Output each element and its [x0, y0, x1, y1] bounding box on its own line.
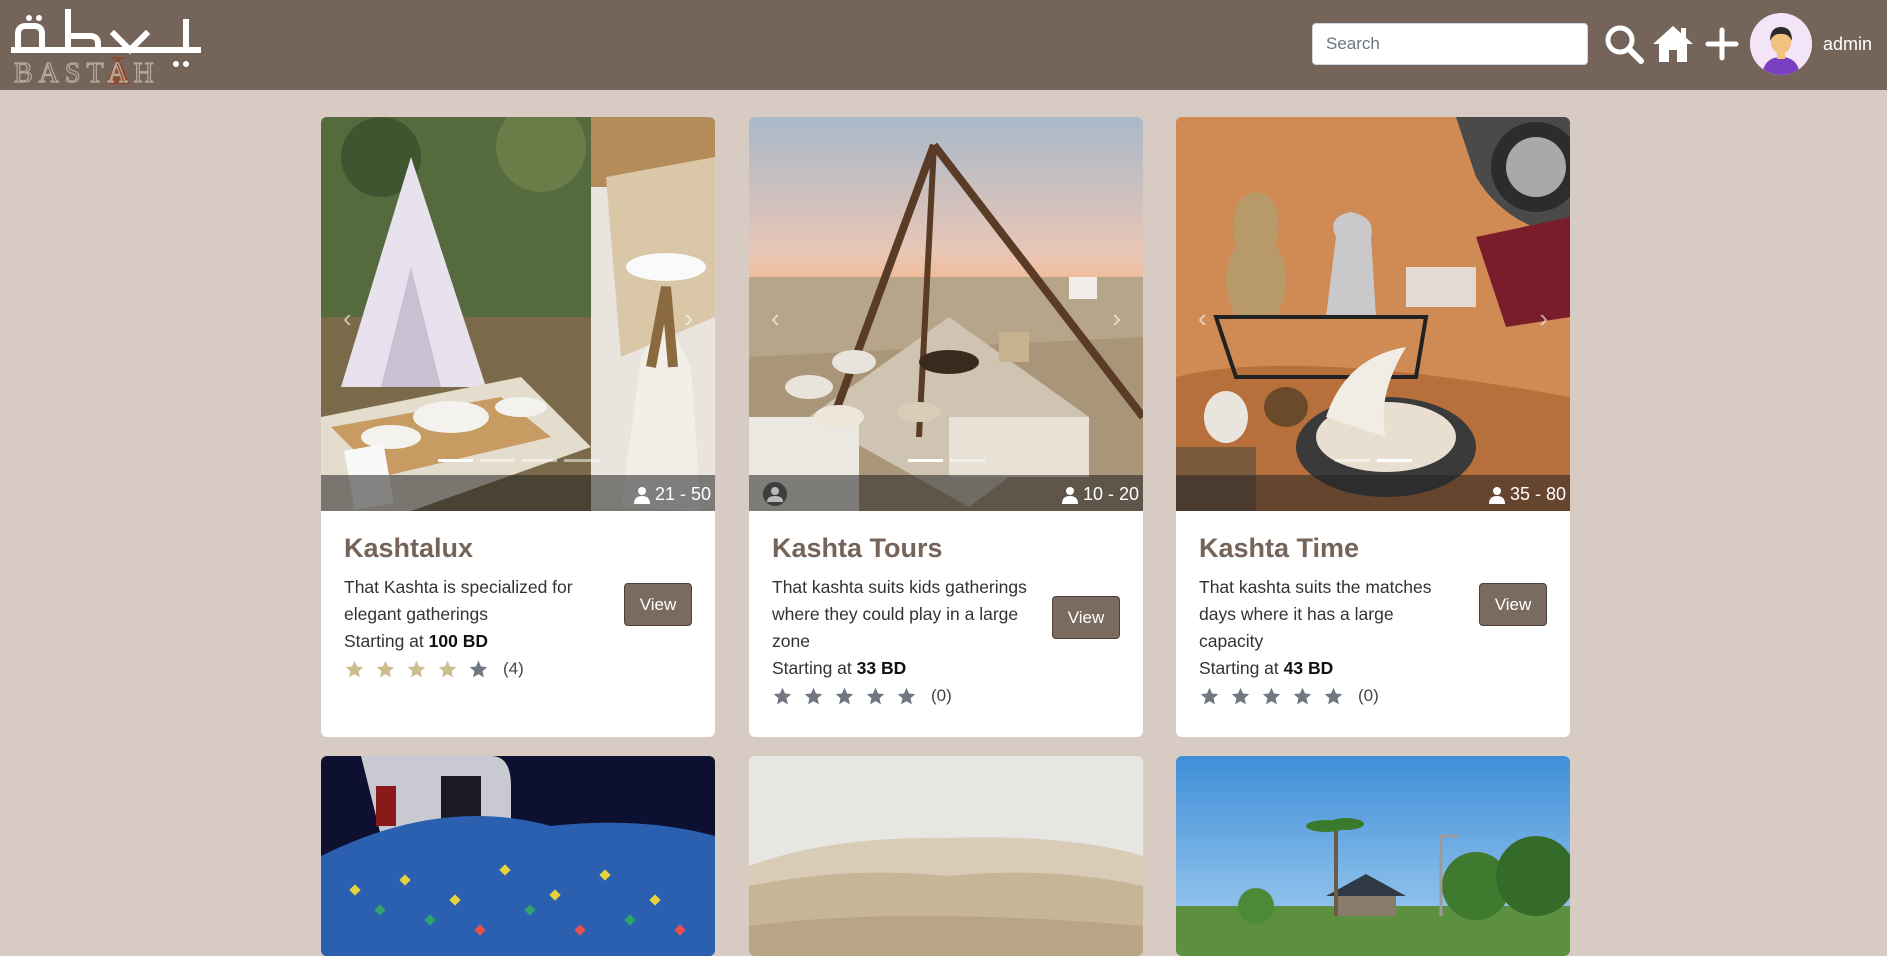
kashta-photo: [749, 117, 1143, 511]
star-icon[interactable]: [406, 657, 437, 681]
card-body: Kashtalux That Kashta is specialized for…: [321, 511, 715, 737]
price-value: 100 BD: [428, 631, 488, 651]
logo-wordmark: BASTAH: [14, 58, 160, 84]
kashta-card[interactable]: [1176, 756, 1570, 956]
star-icon[interactable]: [1292, 684, 1323, 708]
image-overlay: 10 - 20: [749, 475, 1143, 511]
kashta-photo: [1176, 756, 1570, 956]
rating: (4): [344, 657, 692, 681]
avatar[interactable]: [1750, 13, 1812, 75]
card-description: That kashta suits kids gatherings where …: [772, 577, 1027, 651]
rating: (0): [772, 684, 1120, 708]
price-prefix: Starting at: [344, 631, 424, 651]
card-description: That Kashta is specialized for elegant g…: [344, 577, 573, 624]
kashta-card[interactable]: [749, 756, 1143, 956]
card-price: Starting at 43 BD: [1199, 655, 1547, 682]
kashta-card[interactable]: ‹ › 35 - 80 Kashta Time That kashta suit…: [1176, 117, 1570, 737]
carousel-next-icon[interactable]: ›: [684, 303, 693, 334]
rating-count: (0): [931, 686, 952, 705]
price-prefix: Starting at: [772, 658, 852, 678]
carousel-indicator[interactable]: [521, 459, 557, 462]
username[interactable]: admin: [1823, 34, 1872, 55]
capacity-badge: 21 - 50: [633, 484, 711, 505]
carousel-indicators: [321, 459, 715, 462]
search-icon[interactable]: [1602, 22, 1646, 66]
carousel-prev-icon[interactable]: ‹: [1198, 303, 1207, 334]
image-overlay: 35 - 80: [1176, 475, 1570, 511]
kashta-photo: [1176, 117, 1570, 511]
image-carousel[interactable]: ‹ › 35 - 80: [1176, 117, 1570, 511]
carousel-indicator[interactable]: [563, 459, 599, 462]
star-icon[interactable]: [803, 684, 834, 708]
star-icon[interactable]: [437, 657, 468, 681]
card-description: That kashta suits the matches days where…: [1199, 577, 1432, 651]
view-button[interactable]: View: [1052, 596, 1120, 639]
star-icon[interactable]: [1230, 684, 1261, 708]
star-icon[interactable]: [375, 657, 406, 681]
person-icon: [1488, 486, 1505, 504]
rating-count: (4): [503, 659, 524, 678]
carousel-indicator[interactable]: [907, 459, 943, 462]
capacity-text: 10 - 20: [1082, 484, 1139, 504]
carousel-indicators: [749, 459, 1143, 462]
star-icon[interactable]: [468, 657, 499, 681]
card-price: Starting at 33 BD: [772, 655, 1120, 682]
price-value: 33 BD: [856, 658, 907, 678]
star-icon[interactable]: [896, 684, 927, 708]
card-title: Kashtalux: [344, 533, 474, 563]
image-carousel[interactable]: ‹ › 21 - 50: [321, 117, 715, 511]
plus-icon[interactable]: [1700, 22, 1744, 66]
kashta-card[interactable]: ‹ › 10 - 20 Kashta Tours That kashta sui…: [749, 117, 1143, 737]
host-avatar-icon[interactable]: [763, 482, 787, 506]
home-icon[interactable]: [1651, 22, 1695, 66]
carousel-next-icon[interactable]: ›: [1112, 303, 1121, 334]
carousel-indicator[interactable]: [949, 459, 985, 462]
star-icon[interactable]: [865, 684, 896, 708]
rating-count: (0): [1358, 686, 1379, 705]
price-prefix: Starting at: [1199, 658, 1279, 678]
carousel-prev-icon[interactable]: ‹: [771, 303, 780, 334]
kashta-photo: [321, 756, 715, 956]
star-icon[interactable]: [1199, 684, 1230, 708]
star-icon[interactable]: [834, 684, 865, 708]
person-icon: [1061, 486, 1078, 504]
carousel-indicator[interactable]: [437, 459, 473, 462]
star-icon[interactable]: [772, 684, 803, 708]
kashta-card[interactable]: ‹ › 21 - 50 Kashtalux That Kashta is spe…: [321, 117, 715, 737]
view-button[interactable]: View: [624, 583, 692, 626]
carousel-indicators: [1176, 459, 1570, 462]
carousel-indicator[interactable]: [1376, 459, 1412, 462]
star-icon[interactable]: [1323, 684, 1354, 708]
bastah-logo[interactable]: BASTAH: [10, 6, 202, 90]
card-price: Starting at 100 BD: [344, 628, 692, 655]
capacity-badge: 35 - 80: [1488, 484, 1566, 505]
person-icon: [633, 486, 650, 504]
view-button[interactable]: View: [1479, 583, 1547, 626]
capacity-badge: 10 - 20: [1061, 484, 1139, 505]
carousel-prev-icon[interactable]: ‹: [343, 303, 352, 334]
image-overlay: 21 - 50: [321, 475, 715, 511]
capacity-text: 35 - 80: [1509, 484, 1566, 504]
card-body: Kashta Tours That kashta suits kids gath…: [749, 511, 1143, 737]
kashta-card[interactable]: [321, 756, 715, 956]
card-title: Kashta Time: [1199, 533, 1360, 563]
search-input[interactable]: [1312, 23, 1588, 65]
carousel-indicator[interactable]: [479, 459, 515, 462]
price-value: 43 BD: [1283, 658, 1334, 678]
star-icon[interactable]: [1261, 684, 1292, 708]
capacity-text: 21 - 50: [654, 484, 711, 504]
card-title: Kashta Tours: [772, 533, 943, 563]
kashta-photo: [321, 117, 715, 511]
image-carousel[interactable]: ‹ › 10 - 20: [749, 117, 1143, 511]
carousel-next-icon[interactable]: ›: [1539, 303, 1548, 334]
rating: (0): [1199, 684, 1547, 708]
kashta-photo: [749, 756, 1143, 956]
card-body: Kashta Time That kashta suits the matche…: [1176, 511, 1570, 737]
navbar: BASTAH admin: [0, 0, 1887, 90]
star-icon[interactable]: [344, 657, 375, 681]
carousel-indicator[interactable]: [1334, 459, 1370, 462]
